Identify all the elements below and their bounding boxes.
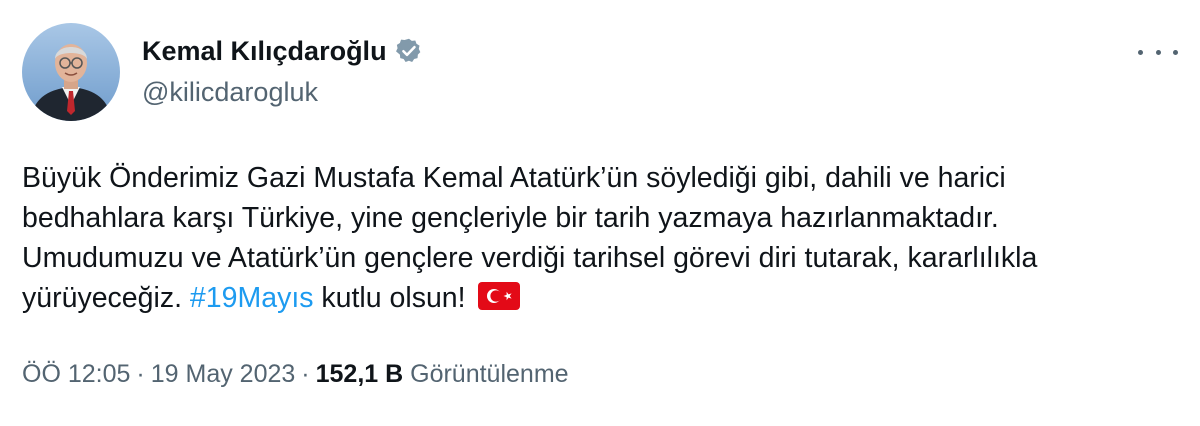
tweet-date[interactable]: 19 May 2023 (151, 360, 296, 388)
more-dot (1155, 49, 1161, 55)
more-horizontal-icon[interactable] (1138, 40, 1178, 64)
turkey-flag-icon (477, 281, 520, 310)
profile-photo (22, 23, 120, 121)
tweet-card: Kemal Kılıçdaroğlu @kilicdarogluk Büyük … (0, 0, 1200, 426)
tweet-meta: ÖÖ 12:05 · 19 May 2023 · 152,1 B Görüntülenm… (22, 357, 569, 391)
author-handle[interactable]: @kilicdarogluk (142, 74, 423, 110)
avatar[interactable] (22, 23, 120, 121)
meta-separator: · (136, 360, 145, 388)
verified-badge-icon[interactable] (395, 37, 423, 65)
display-name-row: Kemal Kılıçdaroğlu (142, 34, 423, 68)
tweet-text: Büyük Önderimiz Gazi Mustafa Kemal Atatü… (22, 158, 1132, 318)
more-dot (1138, 49, 1143, 55)
views-label: Görüntülenme (410, 360, 569, 388)
meta-separator: · (301, 360, 310, 388)
tweet-header: Kemal Kılıçdaroğlu @kilicdarogluk (22, 22, 423, 122)
tweet-time[interactable]: ÖÖ 12:05 (22, 360, 130, 388)
more-dot (1173, 49, 1178, 55)
tweet-body-text-end: kutlu olsun! (313, 282, 466, 314)
tweet-body-text: Büyük Önderimiz Gazi Mustafa Kemal Atatü… (22, 162, 1038, 314)
views-count[interactable]: 152,1 B (316, 360, 404, 388)
author-names: Kemal Kılıçdaroğlu @kilicdarogluk (142, 34, 423, 110)
author-display-name[interactable]: Kemal Kılıçdaroğlu (142, 34, 387, 68)
hashtag-link[interactable]: #19Mayıs (190, 282, 314, 314)
